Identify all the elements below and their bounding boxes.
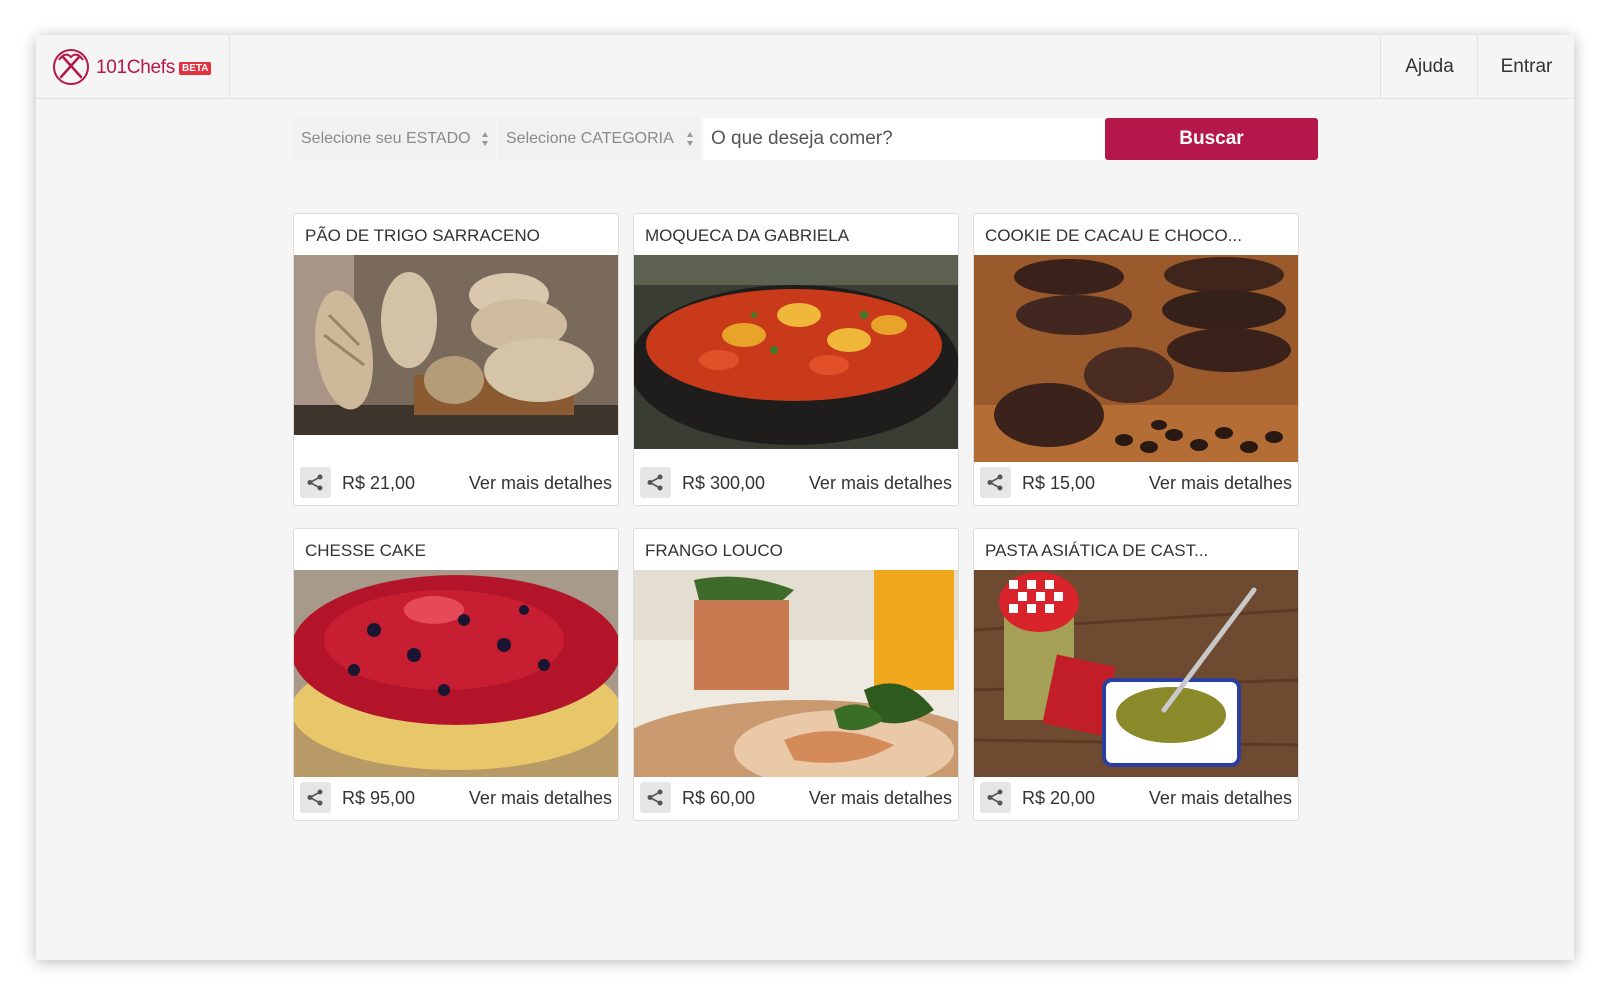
category-select-label: Selecione CATEGORIA <box>506 130 674 147</box>
share-button[interactable] <box>640 782 671 813</box>
nav-ajuda-link[interactable]: Ajuda <box>1380 35 1478 98</box>
product-card[interactable]: PASTA ASIÁTICA DE CAST... R$ 20,00 Ver m… <box>973 528 1299 821</box>
details-link[interactable]: Ver mais detalhes <box>1149 473 1292 494</box>
chef-utensils-icon <box>53 49 89 85</box>
share-button[interactable] <box>980 467 1011 498</box>
details-link[interactable]: Ver mais detalhes <box>469 788 612 809</box>
share-icon <box>987 474 1003 491</box>
product-card[interactable]: CHESSE CAKE R$ 95,00 Ver mais detalhes <box>293 528 619 821</box>
product-image-bread[interactable] <box>294 255 618 435</box>
product-image-pasta-jar[interactable] <box>974 570 1298 777</box>
card-price: R$ 60,00 <box>682 788 756 808</box>
logo-text: 101Chefs <box>96 57 175 78</box>
share-icon <box>307 789 323 806</box>
share-button[interactable] <box>300 782 331 813</box>
card-price: R$ 21,00 <box>342 473 416 493</box>
state-select-label: Selecione seu ESTADO <box>301 130 471 147</box>
card-title: COOKIE DE CACAU E CHOCO... <box>985 226 1242 245</box>
card-title: PASTA ASIÁTICA DE CAST... <box>985 541 1209 560</box>
nav-entrar-link[interactable]: Entrar <box>1477 35 1574 98</box>
details-link[interactable]: Ver mais detalhes <box>469 473 612 494</box>
card-price: R$ 20,00 <box>1022 788 1096 808</box>
product-image-cheesecake[interactable] <box>294 570 618 777</box>
product-image-cookies[interactable] <box>974 255 1298 462</box>
details-link[interactable]: Ver mais detalhes <box>809 473 952 494</box>
share-icon <box>647 789 663 806</box>
card-title: FRANGO LOUCO <box>645 541 783 560</box>
search-input[interactable] <box>703 118 1105 160</box>
card-price: R$ 15,00 <box>1022 473 1096 493</box>
share-button[interactable] <box>980 782 1011 813</box>
top-bar: 101Chefs BETA Ajuda Entrar <box>36 35 1574 99</box>
product-card[interactable]: MOQUECA DA GABRIELA R$ 300,00 Ver mais d… <box>633 213 959 506</box>
card-title: PÃO DE TRIGO SARRACENO <box>305 226 540 245</box>
share-button[interactable] <box>640 467 671 498</box>
share-icon <box>647 474 663 491</box>
product-card[interactable]: PÃO DE TRIGO SARRACENO R$ 21,00 Ver mais… <box>293 213 619 506</box>
card-title: CHESSE CAKE <box>305 541 426 560</box>
product-image-chicken[interactable] <box>634 570 958 777</box>
share-icon <box>987 789 1003 806</box>
share-icon <box>307 474 323 491</box>
state-select[interactable]: Selecione seu ESTADO <box>293 118 495 160</box>
sort-arrows-icon <box>687 132 693 146</box>
share-button[interactable] <box>300 467 331 498</box>
card-title: MOQUECA DA GABRIELA <box>645 226 850 245</box>
beta-badge: BETA <box>179 62 212 75</box>
brand-logo[interactable]: 101Chefs BETA <box>36 35 230 98</box>
product-card[interactable]: FRANGO LOUCO R$ 60,00 Ver mais detalhes <box>633 528 959 821</box>
category-select[interactable]: Selecione CATEGORIA <box>498 118 700 160</box>
browser-window: 101Chefs BETA Ajuda Entrar Selecione seu… <box>36 35 1574 960</box>
sort-arrows-icon <box>482 132 488 146</box>
product-card[interactable]: COOKIE DE CACAU E CHOCO... R$ 15,00 Ver … <box>973 213 1299 506</box>
details-link[interactable]: Ver mais detalhes <box>809 788 952 809</box>
card-price: R$ 95,00 <box>342 788 416 808</box>
product-image-moqueca[interactable] <box>634 255 958 449</box>
search-button[interactable]: Buscar <box>1105 118 1318 160</box>
card-price: R$ 300,00 <box>682 473 766 493</box>
search-bar: Selecione seu ESTADO Selecione CATEGORIA… <box>293 118 1318 160</box>
details-link[interactable]: Ver mais detalhes <box>1149 788 1292 809</box>
